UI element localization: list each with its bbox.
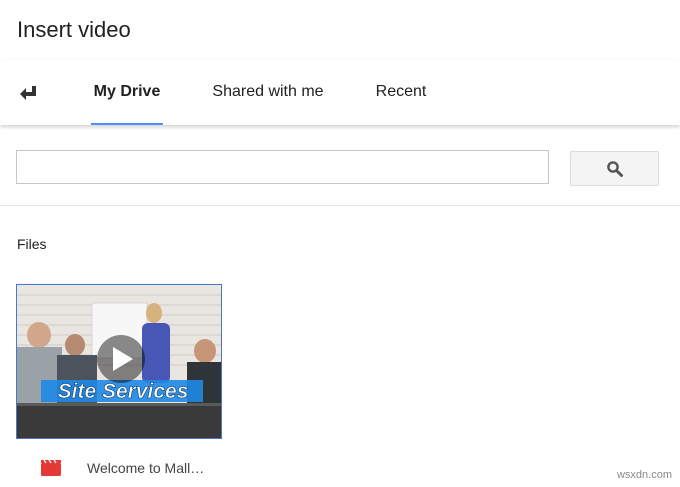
divider <box>0 205 680 206</box>
back-button[interactable] <box>14 82 44 106</box>
video-file-icon <box>41 459 61 476</box>
watermark: wsxdn.com <box>616 469 672 481</box>
back-arrow-icon <box>20 86 36 100</box>
tab-bar: My Drive Shared with me Recent <box>0 60 680 125</box>
file-name[interactable]: Welcome to Mall… <box>87 460 204 476</box>
dialog-title: Insert video <box>17 17 131 42</box>
search-input[interactable] <box>16 150 549 184</box>
tab-my-drive[interactable]: My Drive <box>91 60 163 125</box>
tab-shared-with-me[interactable]: Shared with me <box>207 60 329 125</box>
video-file-card[interactable]: Site Services <box>16 284 222 439</box>
video-thumbnail: Site Services <box>17 285 221 438</box>
search-icon <box>607 161 623 177</box>
active-tab-indicator <box>91 123 163 125</box>
search-button[interactable] <box>570 151 659 186</box>
files-section-label: Files <box>17 236 47 252</box>
thumbnail-title: Site Services <box>58 380 189 403</box>
tab-recent[interactable]: Recent <box>370 60 432 125</box>
